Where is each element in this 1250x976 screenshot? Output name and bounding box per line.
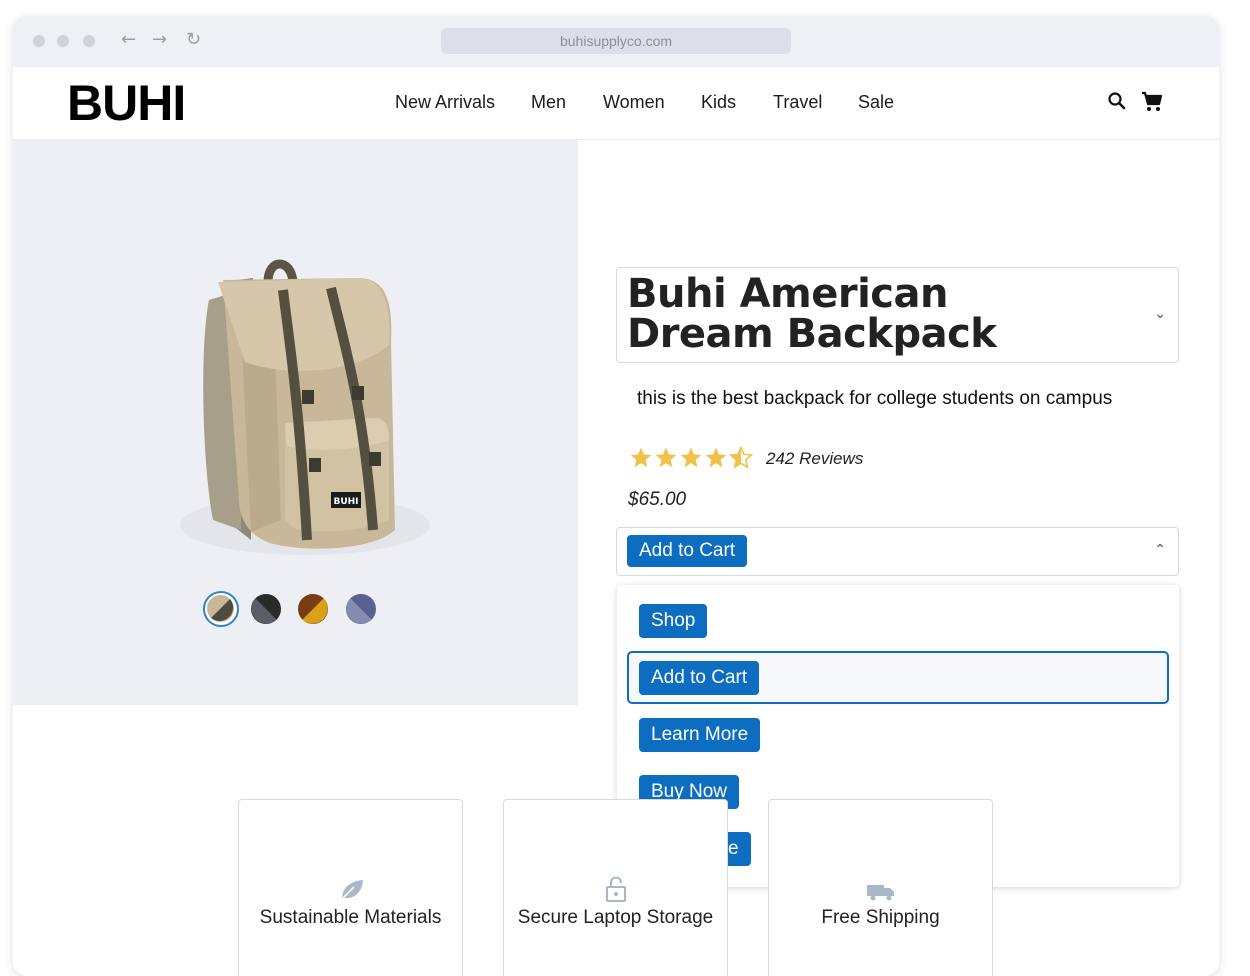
- color-swatch-0[interactable]: [203, 591, 239, 627]
- chevron-up-icon: ⌃: [1154, 542, 1166, 558]
- feature-label: Secure Laptop Storage: [517, 907, 714, 928]
- option-shop[interactable]: Shop: [639, 604, 708, 638]
- option-add-to-cart[interactable]: Add to Cart: [639, 661, 760, 695]
- nav-travel[interactable]: Travel: [773, 92, 822, 112]
- backpack-image: BUHI: [180, 259, 430, 555]
- back-icon[interactable]: ←: [121, 30, 136, 50]
- nav-kids[interactable]: Kids: [701, 92, 736, 112]
- review-count[interactable]: 242 Reviews: [766, 449, 863, 469]
- reload-icon[interactable]: ↻: [186, 30, 201, 50]
- url-bar[interactable]: buhisupplyco.com: [441, 28, 791, 54]
- nav-men[interactable]: Men: [531, 92, 566, 112]
- chevron-down-icon: ⌄: [1154, 306, 1166, 322]
- search-icon[interactable]: [1107, 91, 1127, 111]
- site-header: BUHI New Arrivals Men Women Kids Travel …: [13, 67, 1219, 140]
- feature-card-sustainable: Sustainable Materials: [238, 799, 463, 976]
- window-maximize-dot[interactable]: [83, 35, 95, 47]
- lock-icon: [606, 876, 626, 902]
- product-image-panel: BUHI: [13, 140, 578, 705]
- color-swatch-1[interactable]: [251, 594, 281, 624]
- option-learn-more[interactable]: Learn More: [639, 718, 761, 752]
- forward-icon[interactable]: →: [152, 30, 167, 50]
- window-minimize-dot[interactable]: [57, 35, 69, 47]
- svg-text:BUHI: BUHI: [333, 497, 358, 507]
- site-logo[interactable]: BUHI: [67, 77, 186, 129]
- cta-selected-value[interactable]: Add to Cart: [627, 535, 748, 567]
- nav-women[interactable]: Women: [603, 92, 665, 112]
- nav-new-arrivals[interactable]: New Arrivals: [395, 92, 495, 112]
- product-title: Buhi American Dream Backpack: [627, 271, 997, 357]
- cta-select[interactable]: Add to Cart ⌃: [616, 527, 1179, 576]
- window-close-dot[interactable]: [33, 35, 45, 47]
- color-swatch-2[interactable]: [298, 594, 328, 624]
- nav-sale[interactable]: Sale: [858, 92, 894, 112]
- feature-card-shipping: Free Shipping: [768, 799, 993, 976]
- product-description: this is the best backpack for college st…: [637, 388, 1113, 409]
- leaf-icon: [340, 880, 363, 901]
- feature-label: Sustainable Materials: [259, 907, 442, 928]
- cart-icon[interactable]: [1141, 91, 1163, 112]
- browser-chrome: ← → ↻ buhisupplyco.com: [13, 16, 1219, 67]
- feature-card-laptop: Secure Laptop Storage: [503, 799, 728, 976]
- product-title-select[interactable]: Buhi American Dream Backpack ⌄: [616, 267, 1179, 363]
- feature-label: Free Shipping: [821, 907, 940, 928]
- browser-window: ← → ↻ buhisupplyco.com BUHI New Arrivals…: [13, 16, 1219, 976]
- product-price: $65.00: [628, 489, 687, 510]
- rating-stars: [630, 446, 753, 469]
- truck-icon: [867, 885, 894, 901]
- color-swatch-3[interactable]: [346, 594, 376, 624]
